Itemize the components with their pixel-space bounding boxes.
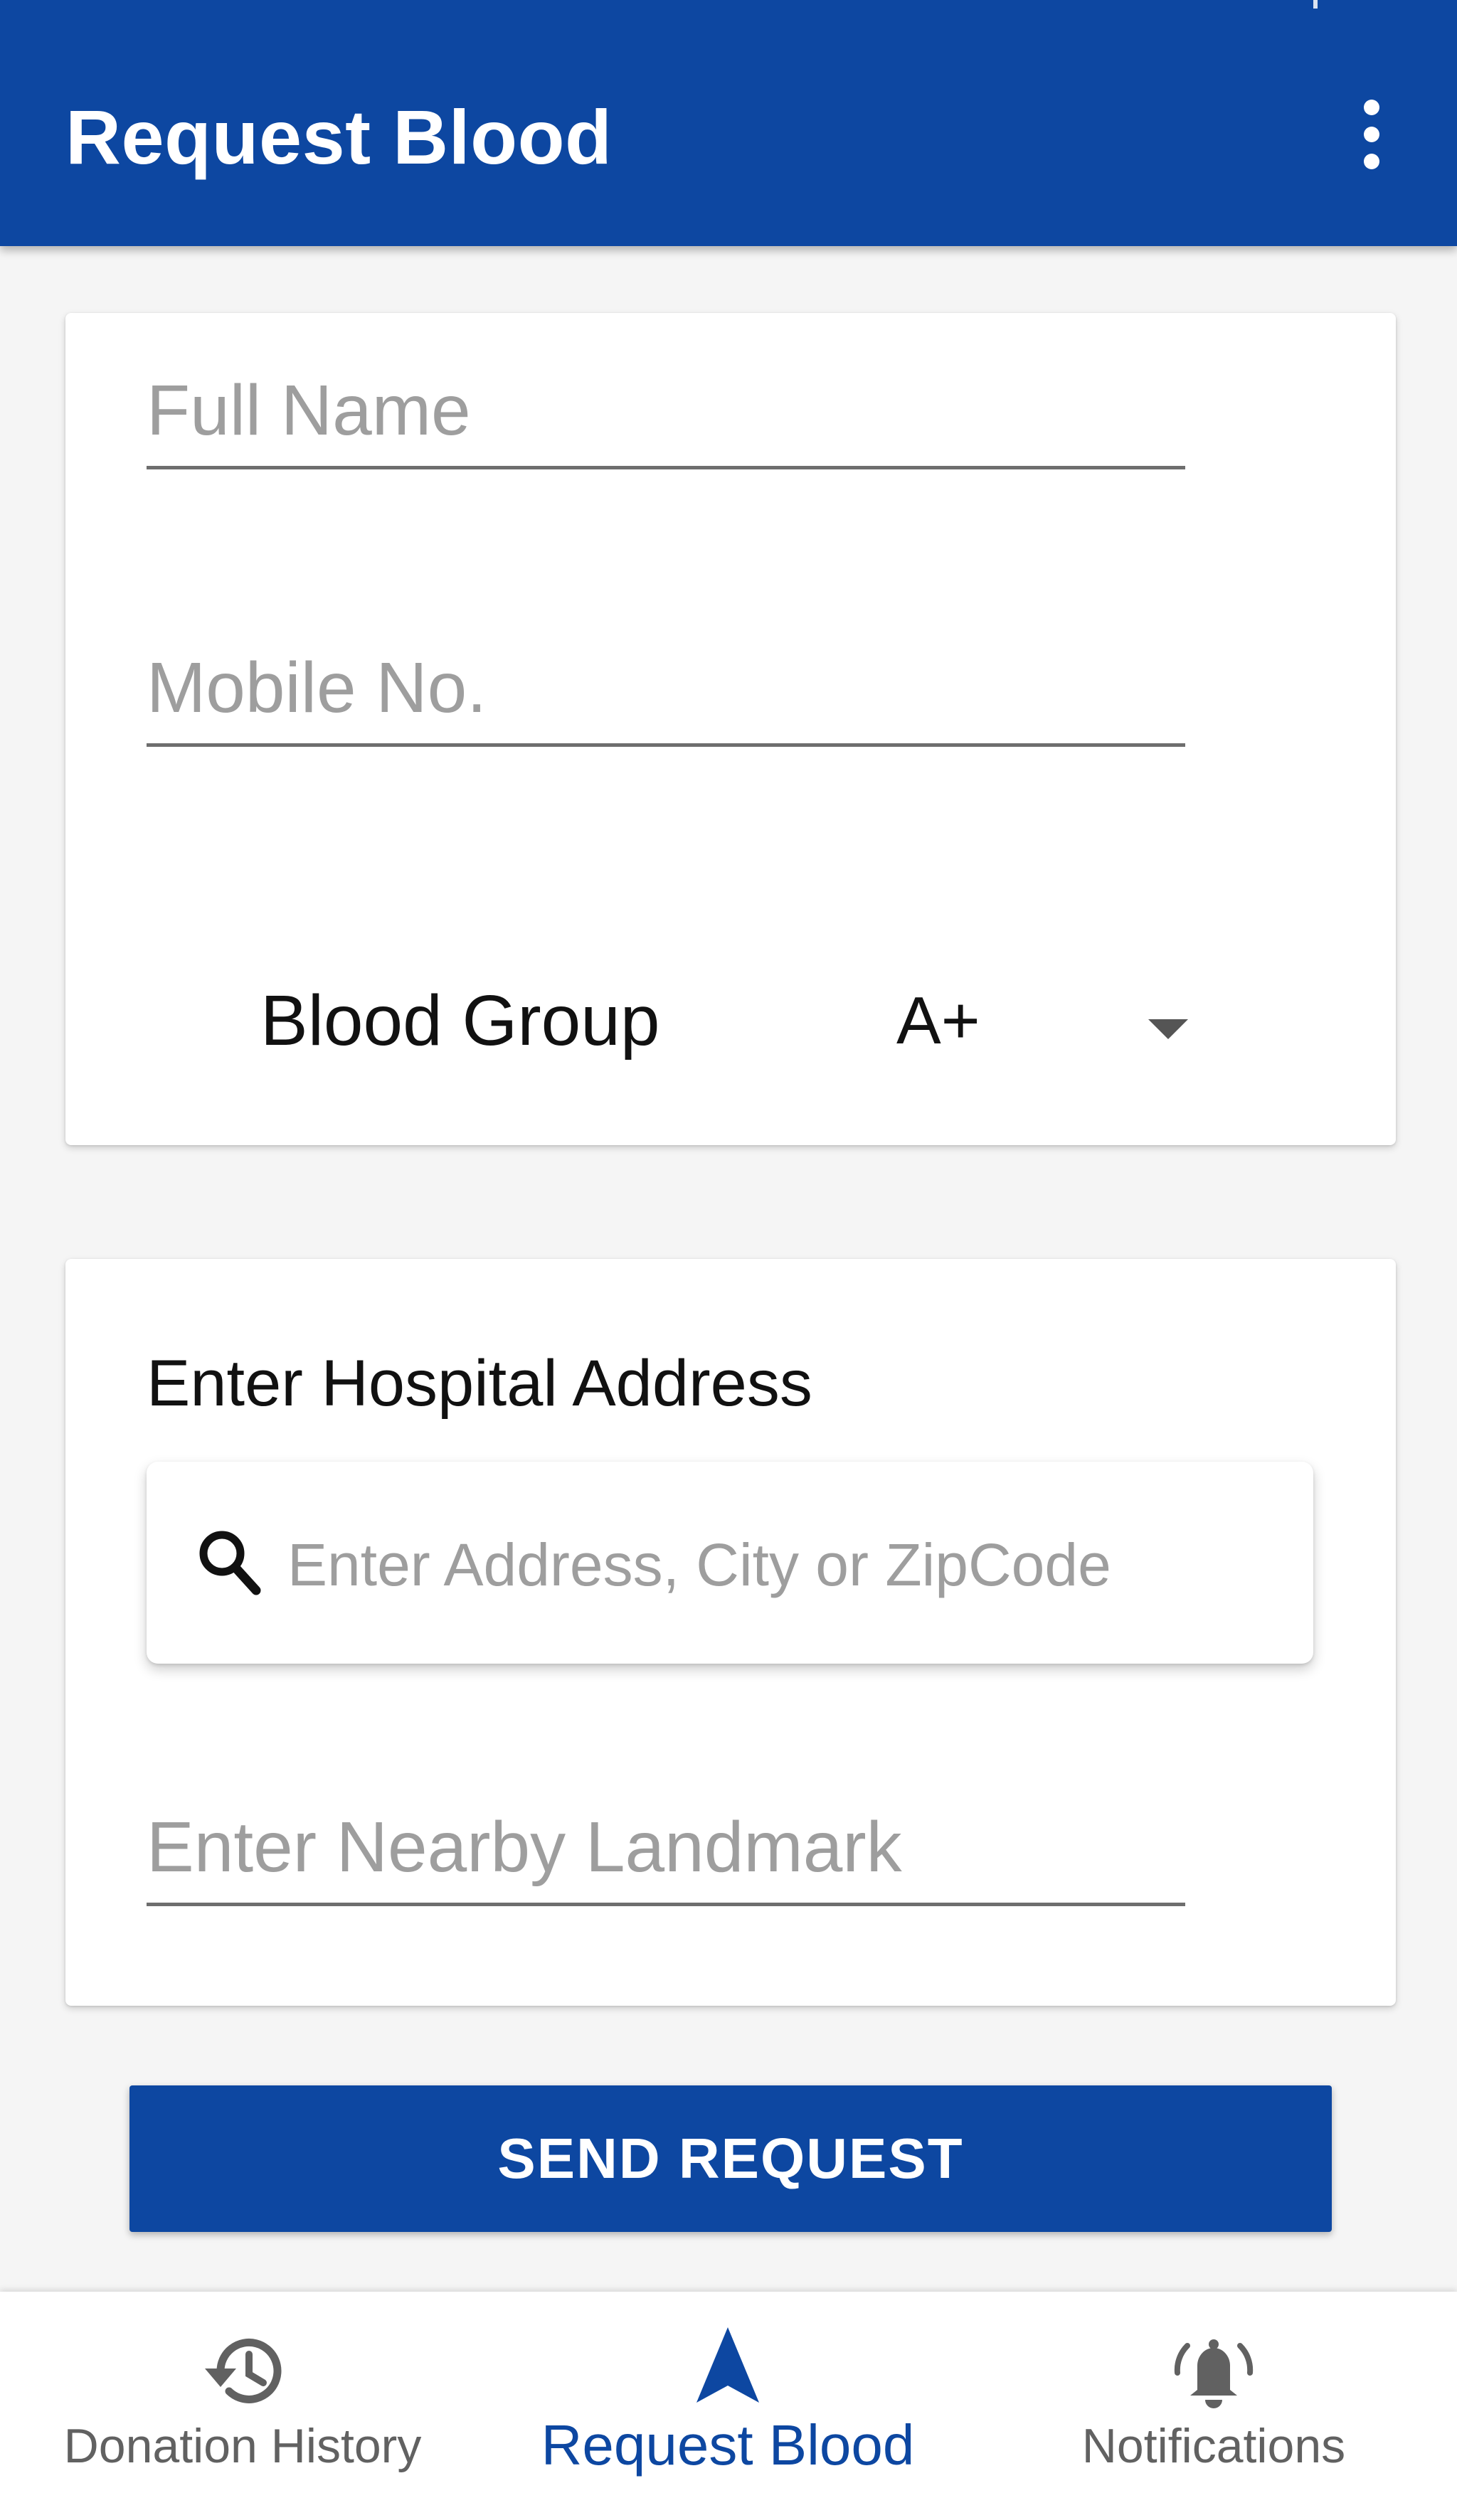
request-blood-screen: Request Blood Blood Group A+ Enter Hospi… — [0, 0, 1457, 2520]
app-bar: Request Blood — [0, 0, 1457, 246]
mobile-input[interactable] — [147, 647, 1185, 729]
landmark-field — [147, 1796, 1185, 1906]
blood-group-value: A+ — [896, 983, 980, 1058]
more-vert-icon — [1364, 100, 1379, 169]
full-name-field — [147, 359, 1185, 469]
full-name-input[interactable] — [147, 370, 1185, 452]
history-icon — [205, 2338, 282, 2403]
mobile-field — [147, 637, 1185, 747]
nav-item-request-blood[interactable]: Request Blood — [485, 2292, 970, 2520]
send-request-button[interactable]: SEND REQUEST — [129, 2085, 1332, 2232]
hospital-address-heading: Enter Hospital Address — [147, 1347, 812, 1420]
search-icon — [199, 1531, 261, 1595]
nav-label-request-blood: Request Blood — [541, 2413, 915, 2477]
page-title: Request Blood — [65, 94, 613, 180]
dropdown-arrow-icon — [1148, 1019, 1188, 1039]
nav-item-notifications[interactable]: Notifications — [970, 2292, 1457, 2520]
navigation-arrow-icon — [696, 2327, 759, 2403]
nav-label-donation-history: Donation History — [63, 2419, 422, 2473]
bottom-navigation: Donation History Request Blood Notificat… — [0, 2292, 1457, 2520]
overflow-menu-button[interactable] — [1337, 95, 1406, 174]
address-search-input[interactable] — [287, 1519, 1283, 1611]
status-bar-fragment — [1313, 0, 1318, 9]
bell-ring-icon — [1174, 2339, 1254, 2408]
blood-group-dropdown[interactable]: A+ — [882, 971, 1209, 1070]
blood-group-label: Blood Group — [260, 981, 660, 1060]
nav-item-donation-history[interactable]: Donation History — [0, 2292, 485, 2520]
landmark-input[interactable] — [147, 1807, 1185, 1888]
nav-label-notifications: Notifications — [1081, 2419, 1346, 2473]
